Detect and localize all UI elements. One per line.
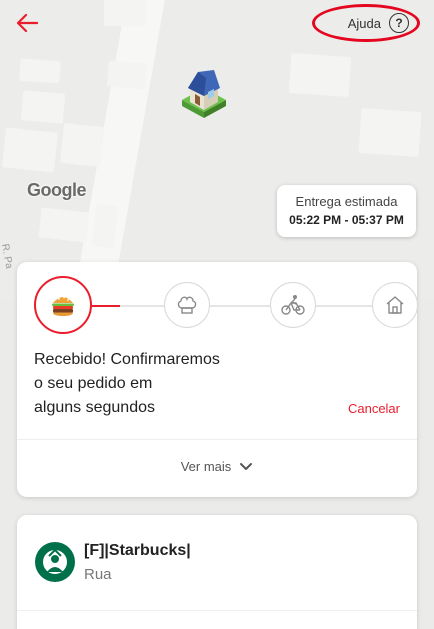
card-divider: [17, 439, 417, 440]
help-button[interactable]: Ajuda ?: [312, 4, 420, 42]
eta-window: 05:22 PM - 05:37 PM: [289, 213, 404, 227]
house-icon: [182, 70, 226, 118]
step-on-the-way: [270, 282, 316, 328]
eta-label: Entrega estimada: [295, 194, 398, 209]
street-label: R. Pa: [0, 243, 15, 270]
starbucks-logo-icon: [35, 542, 75, 582]
status-line-1: Recebido! Confirmaremos: [34, 351, 220, 368]
status-line-2: o seu pedido em: [34, 375, 153, 392]
back-button[interactable]: [12, 10, 42, 36]
help-label: Ajuda: [347, 15, 381, 31]
see-more-button[interactable]: Ver mais: [17, 459, 417, 474]
status-line-3: alguns segundos: [34, 399, 155, 416]
home-icon: [386, 296, 404, 314]
progress-steps: [34, 276, 418, 336]
arrow-left-icon: [16, 13, 38, 33]
cancel-button[interactable]: Cancelar: [348, 401, 400, 416]
store-divider: [17, 610, 417, 611]
store-card[interactable]: [F]|Starbucks| Rua: [17, 515, 417, 629]
step-preparing: [164, 282, 210, 328]
chevron-down-icon: [240, 462, 253, 470]
delivery-bike-icon: [281, 295, 305, 315]
order-status-card: Recebido! Confirmaremos o seu pedido em …: [17, 262, 418, 497]
store-name: [F]|Starbucks|: [84, 542, 191, 559]
burger-icon: [52, 296, 74, 316]
step-delivered: [372, 282, 418, 328]
eta-box: Entrega estimada 05:22 PM - 05:37 PM: [277, 185, 416, 237]
chef-hat-icon: [177, 296, 197, 314]
status-message: Recebido! Confirmaremos o seu pedido em …: [34, 348, 264, 420]
store-address: Rua: [84, 566, 112, 583]
question-circle-icon: ?: [389, 13, 409, 33]
step-received: [34, 276, 92, 334]
see-more-label: Ver mais: [180, 459, 232, 474]
google-attribution: Google: [27, 180, 87, 200]
delivery-map[interactable]: R. Pa Ajuda ? Google Entrega estimada 05…: [0, 0, 434, 300]
